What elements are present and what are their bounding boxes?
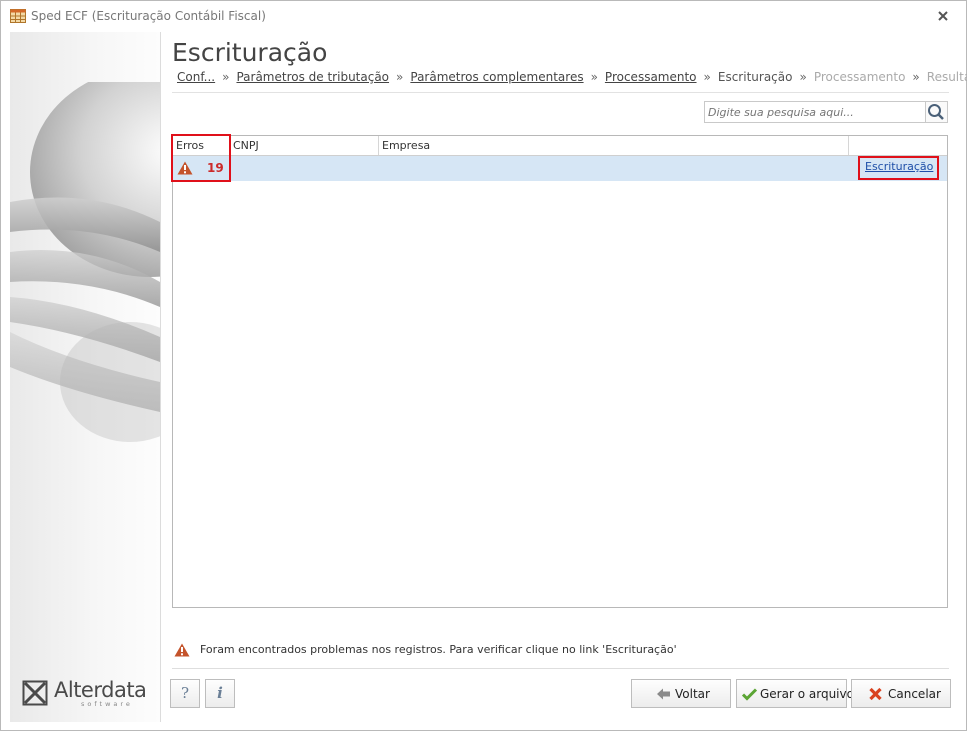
window-title: Sped ECF (Escrituração Contábil Fiscal): [31, 9, 266, 23]
arrow-left-icon: [657, 688, 670, 700]
column-header-empresa[interactable]: Empresa: [379, 136, 849, 155]
column-header-action: [849, 136, 947, 155]
breadcrumb-item: Resultado: [926, 70, 967, 84]
alterdata-logo-mark-icon: [22, 680, 48, 706]
spreadsheet-app-icon: [10, 9, 26, 23]
breadcrumb-separator: »: [222, 70, 230, 84]
breadcrumb-item: Processamento: [813, 70, 906, 84]
breadcrumb-item[interactable]: Conf...: [177, 70, 215, 84]
logo-subtitle: software: [81, 700, 133, 708]
back-button[interactable]: Voltar: [631, 679, 731, 708]
breadcrumb-item[interactable]: Parâmetros complementares: [410, 70, 583, 84]
escrituracao-grid: Erros CNPJ Empresa 19 Escrituração: [171, 134, 948, 608]
breadcrumb-item: Escrituração: [717, 70, 793, 84]
generate-file-button-label: Gerar o arquivo: [760, 687, 854, 701]
breadcrumb-item[interactable]: Parâmetros de tributação: [236, 70, 389, 84]
breadcrumb-separator: »: [590, 70, 598, 84]
breadcrumb-separator: »: [396, 70, 404, 84]
cancel-x-icon: [869, 687, 882, 701]
help-icon: ?: [180, 684, 190, 702]
title-bar: Sped ECF (Escrituração Contábil Fiscal): [1, 1, 966, 31]
close-icon[interactable]: [936, 9, 950, 23]
alterdata-logo: Alterdata software: [22, 676, 152, 708]
help-button[interactable]: ?: [170, 679, 200, 708]
logo-name: Alterdata: [54, 678, 147, 702]
column-header-cnpj[interactable]: CNPJ: [230, 136, 379, 155]
status-message: Foram encontrados problemas nos registro…: [172, 642, 949, 662]
cancel-button-label: Cancelar: [888, 687, 941, 701]
decorative-sphere-art: [10, 82, 160, 442]
breadcrumb-separator: »: [912, 70, 920, 84]
wizard-side-panel: Alterdata software: [10, 32, 161, 722]
app-window: Sped ECF (Escrituração Contábil Fiscal): [0, 0, 967, 731]
error-count: 19: [207, 161, 224, 175]
breadcrumb-divider: [172, 92, 949, 93]
search-input[interactable]: [704, 101, 926, 123]
escrituracao-link[interactable]: Escrituração: [865, 160, 933, 173]
breadcrumb-separator: »: [799, 70, 807, 84]
checkmark-icon: [742, 688, 757, 701]
warning-icon: [177, 161, 193, 175]
warning-icon: [174, 643, 190, 657]
breadcrumb-item[interactable]: Processamento: [605, 70, 697, 84]
page-title: Escrituração: [172, 38, 328, 67]
table-row[interactable]: 19 Escrituração: [173, 156, 947, 181]
main-panel: Escrituração Conf... » Parâmetros de tribu…: [161, 32, 967, 722]
search-icon: [928, 104, 944, 120]
cancel-button[interactable]: Cancelar: [851, 679, 951, 708]
footer-divider: [172, 668, 949, 669]
column-header-erros[interactable]: Erros: [173, 136, 230, 155]
info-button[interactable]: i: [205, 679, 235, 708]
back-button-label: Voltar: [675, 687, 710, 701]
grid-header: Erros CNPJ Empresa: [173, 136, 947, 156]
status-message-text: Foram encontrados problemas nos registro…: [200, 643, 677, 656]
breadcrumb-separator: »: [703, 70, 711, 84]
search-button[interactable]: [926, 101, 948, 123]
info-icon: i: [217, 684, 223, 702]
generate-file-button[interactable]: Gerar o arquivo: [736, 679, 854, 708]
breadcrumb: Conf... » Parâmetros de tributação » Parâmet…: [177, 70, 967, 84]
